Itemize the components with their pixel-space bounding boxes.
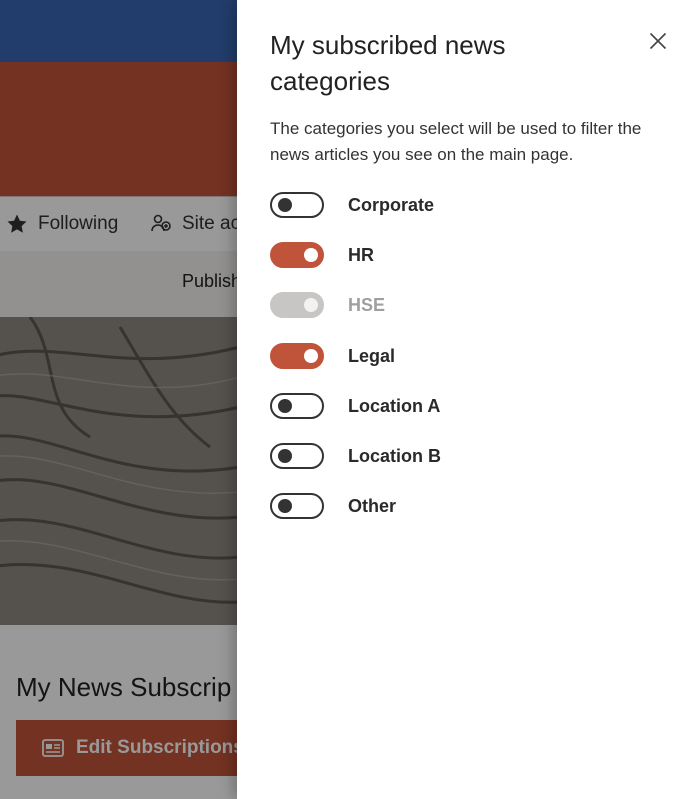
category-row-corporate: Corporate	[270, 192, 670, 242]
category-label: Legal	[348, 345, 396, 366]
category-label: Other	[348, 496, 397, 517]
close-icon	[649, 32, 667, 55]
toggle-other[interactable]	[270, 493, 324, 520]
toggle-knob	[278, 448, 292, 463]
panel-title: My subscribed news categories	[270, 30, 506, 96]
toggle-knob	[304, 248, 318, 263]
toggle-knob	[278, 398, 292, 413]
category-label: Corporate	[348, 195, 435, 215]
category-label: HSE	[348, 295, 386, 316]
subscription-panel: My subscribed news categories The catego…	[237, 0, 700, 799]
toggle-legal[interactable]	[270, 342, 324, 369]
category-row-location-b: Location B	[270, 442, 670, 493]
category-label: Location A	[348, 395, 441, 416]
toggle-corporate[interactable]	[270, 192, 324, 218]
toggle-location-b[interactable]	[270, 442, 324, 469]
toggle-knob	[304, 298, 318, 313]
category-row-other: Other	[270, 493, 670, 543]
category-label: Location B	[348, 445, 441, 466]
toggle-location-a[interactable]	[270, 392, 324, 419]
category-row-hse: HSE	[270, 292, 670, 342]
category-row-location-a: Location A	[270, 392, 670, 443]
category-row-legal: Legal	[270, 342, 670, 393]
category-row-hr: HR	[270, 242, 670, 292]
toggle-hr[interactable]	[270, 242, 324, 269]
toggle-knob	[304, 348, 318, 363]
close-button[interactable]	[645, 30, 671, 56]
toggle-knob	[278, 499, 292, 514]
toggle-knob	[278, 198, 292, 212]
category-label: HR	[348, 245, 374, 266]
category-toggle-list: Corporate HR HSE Legal Location A Locati…	[270, 192, 670, 543]
panel-description: The categories you select will be used t…	[270, 119, 642, 164]
toggle-hse	[270, 292, 324, 319]
